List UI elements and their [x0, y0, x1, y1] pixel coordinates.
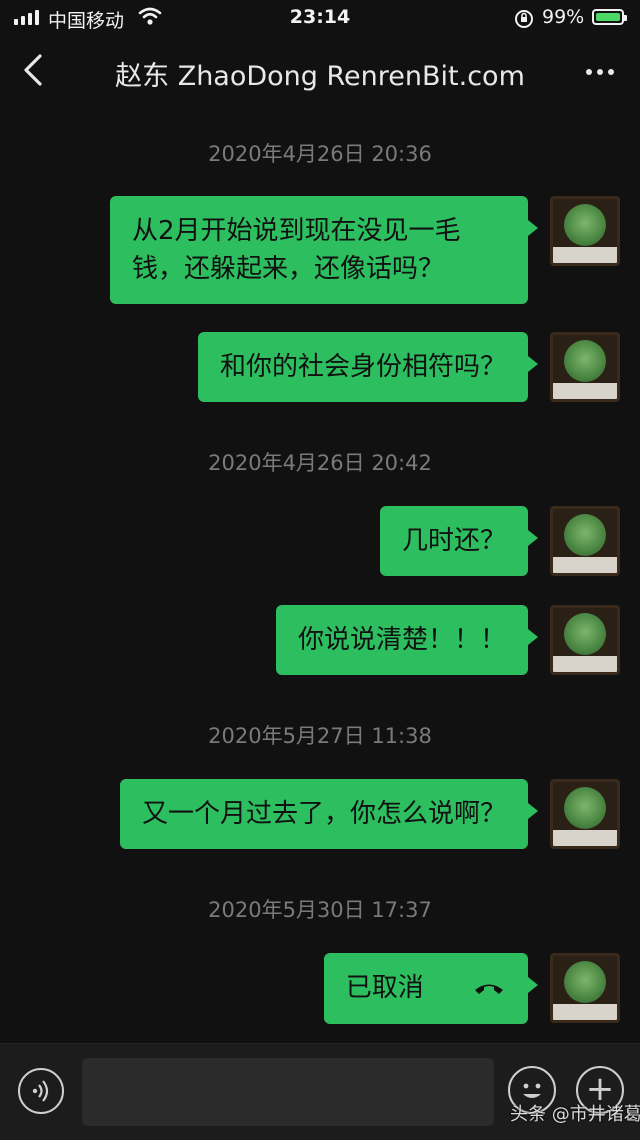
message-row: 已取消 — [323, 953, 620, 1024]
back-button[interactable] — [18, 48, 58, 92]
message-input[interactable] — [82, 1058, 494, 1126]
message-row: 从2月开始说到现在没见一毛钱，还躲起来，还像话吗？ — [110, 196, 620, 304]
message-bubble[interactable]: 几时还？ — [379, 506, 539, 576]
battery-percent: 99% — [542, 6, 585, 28]
message-timestamp: 2020年5月27日 11:38 — [208, 724, 432, 748]
chat-title: 赵东 ZhaoDong RenrenBit.com — [115, 61, 525, 92]
orientation-lock-icon — [514, 9, 534, 34]
avatar[interactable] — [550, 196, 620, 266]
voice-call-bubble[interactable]: 已取消 — [323, 953, 539, 1024]
message-bubble[interactable]: 从2月开始说到现在没见一毛钱，还躲起来，还像话吗？ — [110, 196, 538, 304]
chevron-left-icon — [24, 54, 42, 86]
watermark: 头条 @市井诸葛 — [510, 1104, 640, 1125]
phone-hangup-icon — [472, 970, 506, 1008]
battery-charging-icon — [592, 9, 627, 25]
message-timestamp: 2020年4月26日 20:36 — [208, 142, 432, 166]
message-timestamp: 2020年5月30日 17:37 — [208, 898, 432, 922]
avatar[interactable] — [550, 779, 620, 849]
avatar[interactable] — [550, 332, 620, 402]
message-timestamp: 2020年4月26日 20:42 — [208, 451, 432, 475]
message-bubble[interactable]: 又一个月过去了，你怎么说啊？ — [119, 779, 539, 849]
avatar[interactable] — [550, 953, 620, 1023]
chat-header: 赵东 ZhaoDong RenrenBit.com — [0, 36, 640, 108]
voice-input-icon — [32, 1080, 49, 1102]
message-bubble[interactable]: 你说说清楚！！！ — [275, 605, 539, 675]
message-bubble[interactable]: 和你的社会身份相符吗？ — [197, 332, 539, 402]
status-bar: 中国移动 23:14 99% — [0, 0, 640, 36]
avatar[interactable] — [550, 605, 620, 675]
more-dots-icon — [586, 69, 592, 75]
call-status-text: 已取消 — [345, 973, 424, 1003]
voice-input-button[interactable] — [18, 1068, 64, 1114]
message-row: 又一个月过去了，你怎么说啊？ — [119, 779, 620, 849]
avatar[interactable] — [550, 506, 620, 576]
message-row: 你说说清楚！！！ — [275, 605, 620, 675]
message-row: 和你的社会身份相符吗？ — [197, 332, 620, 402]
message-row: 几时还？ — [379, 506, 620, 576]
more-options-button[interactable] — [580, 62, 620, 82]
